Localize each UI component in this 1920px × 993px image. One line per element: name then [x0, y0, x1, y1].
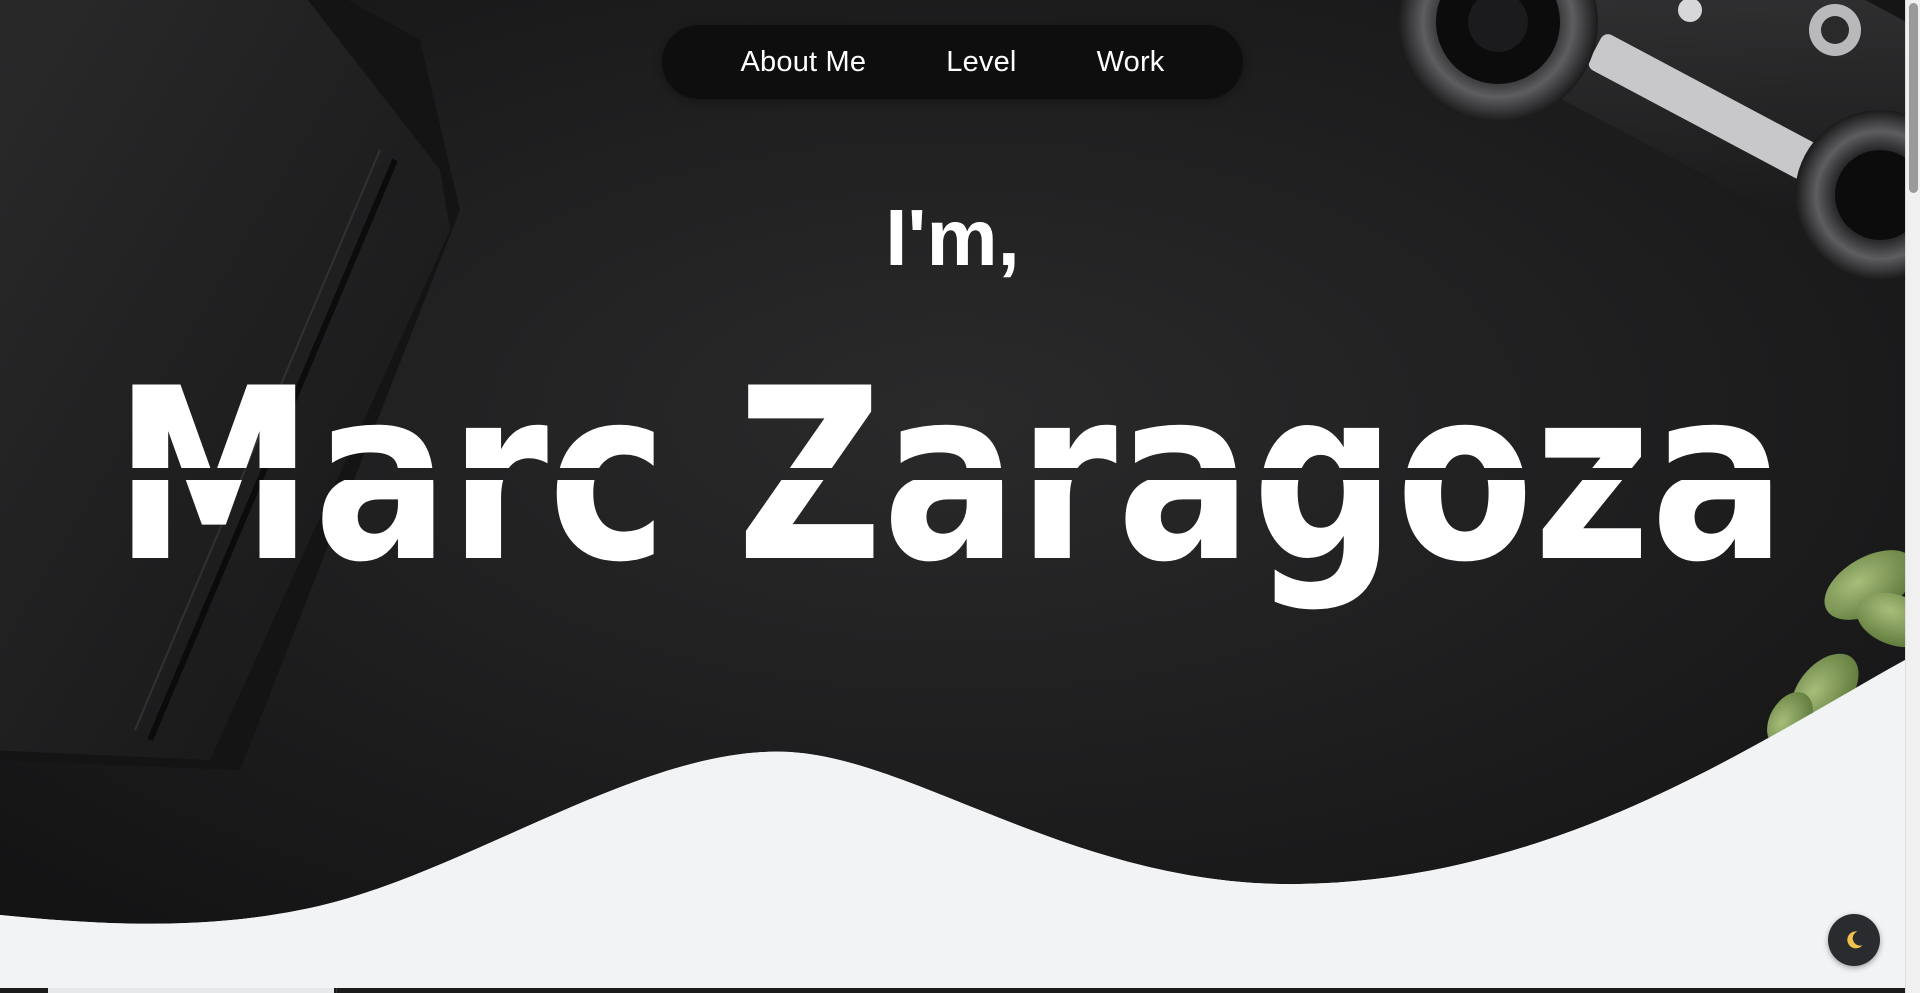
nav-item-work[interactable]: Work	[1097, 46, 1165, 79]
hero-section: About Me Level Work I'm, Marc Zaragoza	[0, 0, 1905, 993]
nav-item-level[interactable]: Level	[946, 46, 1016, 79]
hero-name: Marc Zaragoza	[114, 350, 1786, 610]
hero-name-graphic: Marc Zaragoza	[114, 350, 1786, 610]
main-nav: About Me Level Work	[662, 25, 1243, 99]
nav-item-about-me[interactable]: About Me	[741, 46, 867, 79]
scrollbar-thumb[interactable]	[1909, 3, 1918, 193]
theme-toggle-button[interactable]	[1828, 914, 1880, 966]
moon-icon	[1847, 931, 1863, 949]
hero-intro: I'm,	[885, 193, 1020, 282]
page-scrollbar[interactable]	[1905, 0, 1920, 993]
page: About Me Level Work I'm, Marc Zaragoza	[0, 0, 1920, 993]
bottom-edge	[0, 988, 1905, 993]
